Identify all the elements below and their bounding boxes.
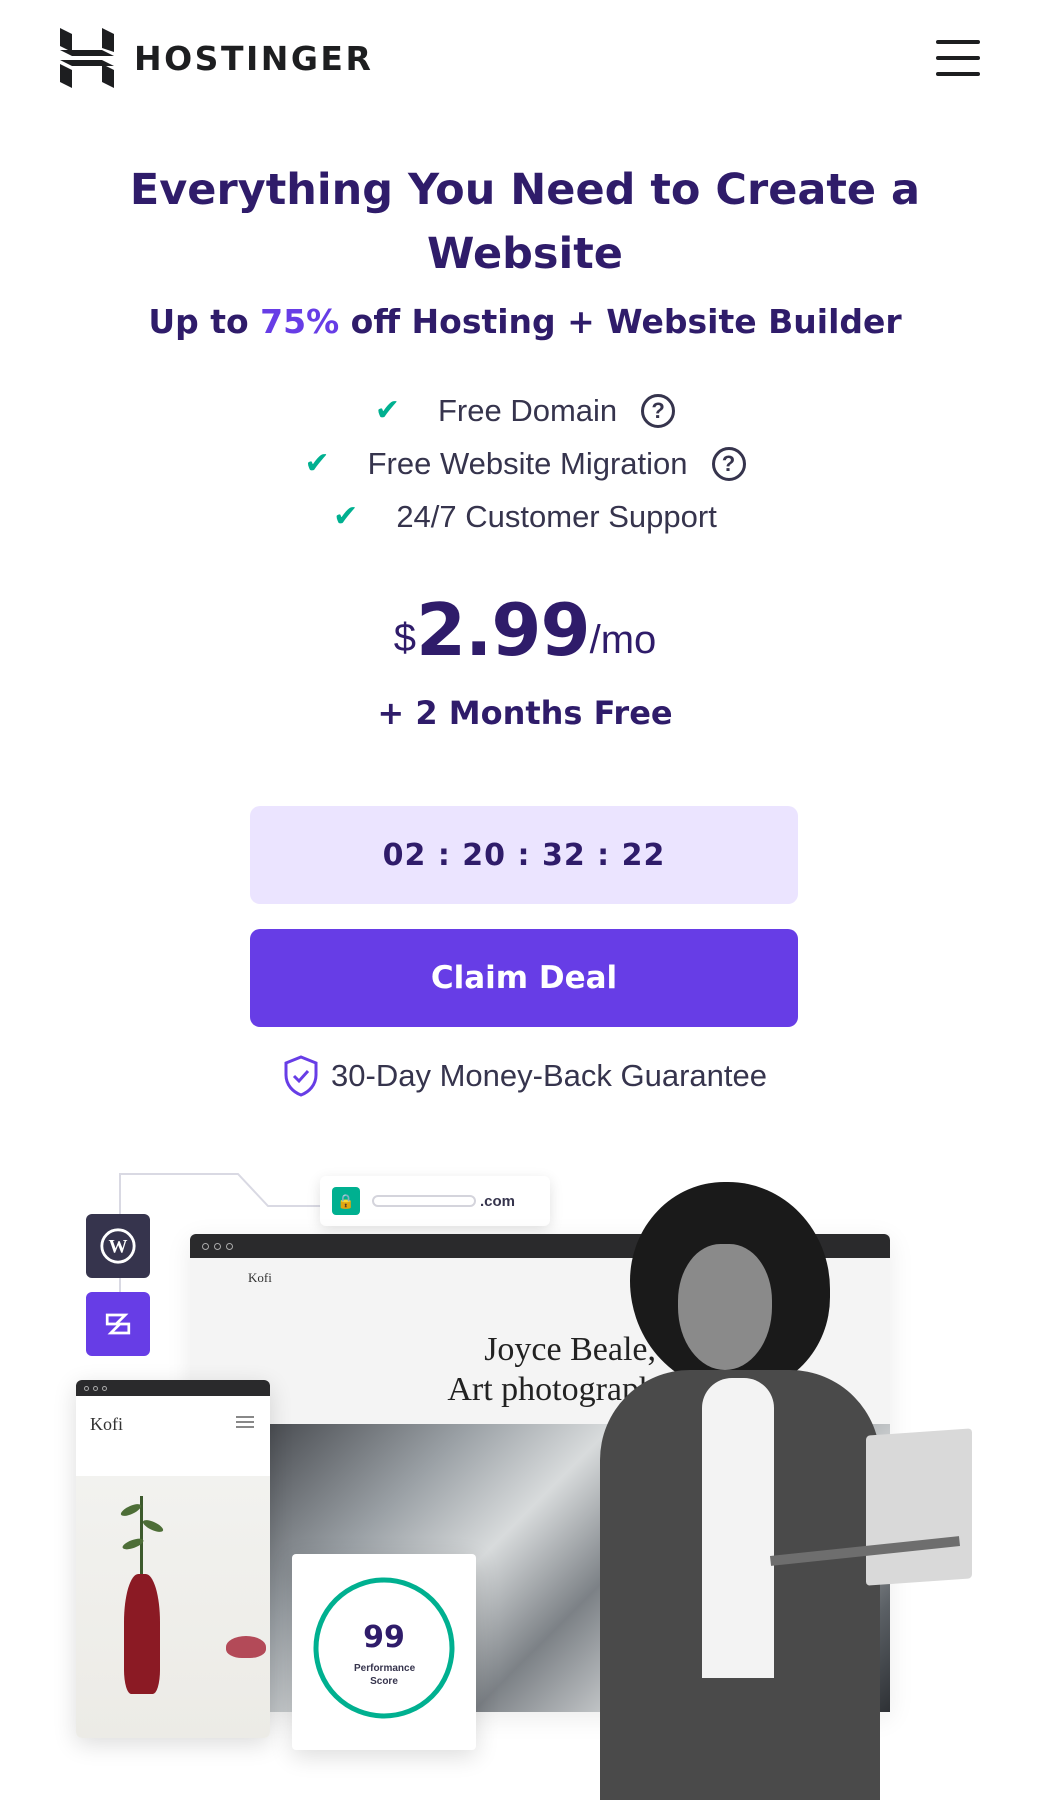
woman-with-laptop-photo [590,1182,972,1800]
hero-subhead: Up to 75% off Hosting + Website Builder [60,302,990,341]
claim-deal-button[interactable]: Claim Deal [250,929,798,1027]
bonus-months: + 2 Months Free [377,694,673,732]
feature-list: ✔ Free Domain ? ✔ Free Website Migration… [0,384,1050,543]
window-dot [84,1385,89,1391]
url-field [372,1195,476,1207]
website-builder-icon [86,1292,150,1356]
window-dot [93,1385,98,1391]
performance-score-card: 99 Performance Score [292,1554,476,1750]
discount-percent: 75% [260,302,340,341]
price-currency: $ [393,616,416,660]
mobile-menu-icon [236,1416,254,1428]
score-value: 99 [363,1620,405,1655]
brand-logo[interactable]: HOSTINGER [60,28,373,88]
checkmark-icon: ✔ [333,500,359,533]
menu-line [936,72,980,76]
help-icon[interactable]: ? [641,393,676,428]
url-tld: .com [480,1192,516,1210]
window-dot [214,1242,221,1250]
menu-line [936,56,980,60]
face [678,1244,772,1370]
svg-text:W: W [109,1237,128,1258]
plant-leaf [141,1517,165,1535]
mockup-site-name: Kofi [248,1270,272,1285]
wordpress-icon: W [86,1214,150,1278]
hero-headline: Everything You Need to Create a Website [129,165,921,279]
window-dot [202,1242,209,1250]
guarantee-label: 30-Day Money-Back Guarantee [331,1058,767,1093]
checkmark-icon: ✔ [374,394,400,427]
feature-item: ✔ Free Domain ? [0,384,1050,437]
price-period: /mo [589,618,657,662]
phone-bar [76,1380,270,1396]
feature-item: ✔ 24/7 Customer Support [0,490,1050,543]
money-back-guarantee: 30-Day Money-Back Guarantee [0,1055,1050,1097]
feature-label: 24/7 Customer Support [396,498,717,534]
help-icon[interactable]: ? [711,446,746,481]
hamburger-menu-icon[interactable] [936,40,980,76]
price-display: $2.99/mo [0,588,1050,672]
shirt [702,1378,774,1678]
subhead-suffix: off Hosting + Website Builder [339,302,902,341]
mobile-site-mockup: Kofi [76,1380,270,1738]
mobile-site-name: Kofi [90,1414,123,1434]
vase-photo [76,1476,270,1738]
score-label-line: Performance [354,1663,416,1674]
feature-item: ✔ Free Website Migration ? [0,437,1050,490]
hostinger-logo-icon [60,28,114,88]
red-vase [124,1574,160,1694]
countdown-timer: 02 : 20 : 32 : 22 [250,806,798,904]
lock-icon: 🔒 [332,1187,360,1215]
url-bar-mockup: 🔒 .com [320,1176,550,1226]
bird-figurine [226,1636,266,1658]
plant-stem [140,1496,143,1578]
window-dot [226,1242,233,1250]
brand-name: HOSTINGER [134,38,374,78]
subhead-prefix: Up to [148,302,261,341]
score-label-line: Score [370,1676,398,1687]
feature-label: Free Website Migration [367,445,688,481]
checkmark-icon: ✔ [304,447,330,480]
laptop [866,1428,972,1586]
score-label: Performance Score [354,1662,416,1688]
shield-check-icon [284,1055,318,1097]
menu-line [936,40,980,44]
feature-label: Free Domain [437,392,618,428]
price-amount: 2.99 [415,588,591,672]
site-header: HOSTINGER [0,0,1050,116]
window-dot [102,1385,107,1391]
hero-illustration: 🔒 .com W Kofi Joyce Beale, Art photograp… [0,1140,1050,1800]
